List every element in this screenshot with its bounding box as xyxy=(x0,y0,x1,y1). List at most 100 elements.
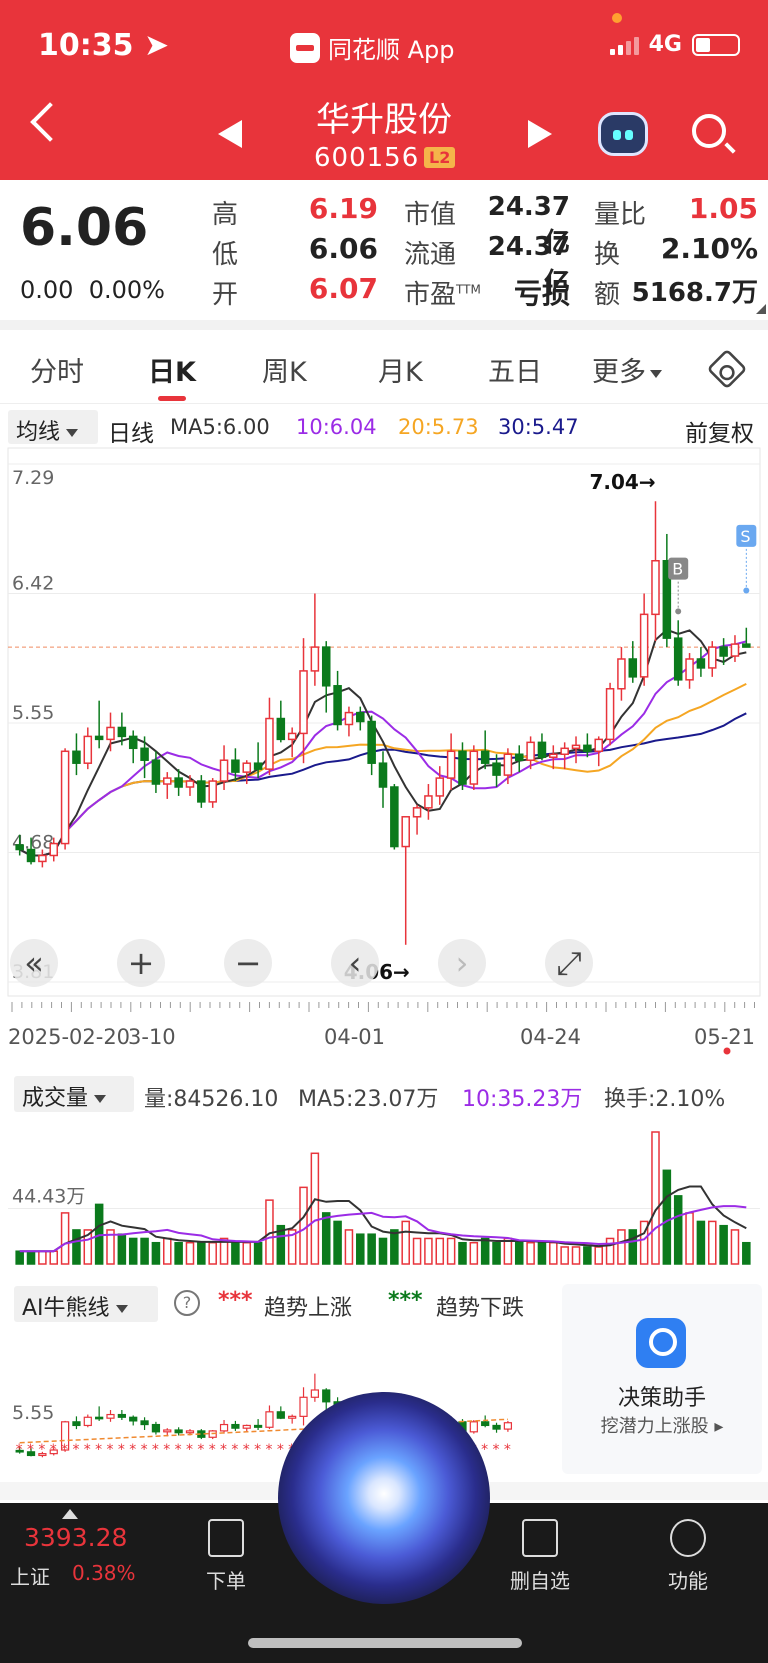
kline-chart[interactable]: 7.296.425.554.683.817.04→4.06→BS«+−‹›⤢20… xyxy=(0,446,768,1076)
expand-corner-icon[interactable] xyxy=(756,304,766,314)
candle-body xyxy=(344,711,354,726)
tab-daily-k[interactable]: 日K xyxy=(148,350,196,389)
volume-bar xyxy=(435,1237,445,1265)
amount-value: 5168.7万 xyxy=(631,278,758,308)
volume-bar xyxy=(253,1241,263,1265)
volume-bar xyxy=(707,1220,717,1265)
volume-chart[interactable]: 44.43万 xyxy=(0,1112,768,1272)
candle-body xyxy=(151,759,161,785)
candle-body xyxy=(185,780,195,788)
order-button[interactable]: 下单 xyxy=(194,1513,258,1594)
trend-up-star: * xyxy=(38,1442,45,1458)
home-indicator[interactable] xyxy=(248,1638,522,1648)
siri-orb[interactable] xyxy=(278,1392,490,1604)
turnover-label: 换 xyxy=(594,240,621,270)
candle-body xyxy=(321,646,331,687)
volume-bar xyxy=(492,1241,501,1265)
candle-body xyxy=(458,750,467,785)
remove-watchlist-button[interactable]: 删自选 xyxy=(500,1513,580,1594)
ma-select-dropdown[interactable]: 均线 xyxy=(8,410,98,445)
candle-body xyxy=(163,777,172,785)
volume-select-dropdown[interactable]: 成交量 xyxy=(14,1076,134,1112)
ai-candle-body xyxy=(299,1396,308,1417)
volume-bar xyxy=(197,1241,206,1265)
functions-button[interactable]: 功能 xyxy=(656,1513,720,1594)
ai-candle-body xyxy=(140,1420,149,1426)
volume-bar xyxy=(401,1220,410,1265)
ai-candle-body xyxy=(288,1415,297,1419)
candle-body xyxy=(94,735,104,741)
volume-bar xyxy=(651,1131,660,1265)
volume-bar xyxy=(174,1241,183,1265)
trend-up-star: * xyxy=(186,1442,193,1458)
adjust-mode[interactable]: 前复权 xyxy=(685,414,754,448)
volume-bar xyxy=(321,1212,331,1265)
stock-name: 华升股份 xyxy=(316,100,452,140)
tab-more[interactable]: 更多 xyxy=(592,350,662,389)
tab-intraday[interactable]: 分时 xyxy=(30,350,84,389)
ai-candle-body xyxy=(265,1411,274,1428)
sell-marker-dot xyxy=(743,587,750,594)
ai-candle-body xyxy=(151,1423,161,1433)
candle-body xyxy=(26,848,36,863)
candle-body xyxy=(117,726,127,738)
decision-assistant-card[interactable]: 决策助手 挖潜力上涨股 ▸ xyxy=(562,1284,762,1474)
quote-panel: 6.06 0.00 0.00% 高 6.19 低 6.06 开 6.07 市值 … xyxy=(0,180,768,320)
volume-bar xyxy=(72,1229,81,1265)
index-value[interactable]: 3393.28 xyxy=(24,1523,127,1552)
robot-assistant-icon[interactable] xyxy=(598,112,648,156)
ai-select-dropdown[interactable]: AI牛熊线 xyxy=(14,1286,158,1322)
open-label: 开 xyxy=(212,280,239,310)
ai-candle-body xyxy=(253,1424,263,1428)
tab-five-day[interactable]: 五日 xyxy=(488,350,542,389)
tab-weekly-k[interactable]: 周K xyxy=(262,350,307,389)
volume-bar xyxy=(605,1237,615,1265)
candle-body xyxy=(526,741,535,761)
app-header: 10:35 ➤ 同花顺 App 4G 华升股份 600156 L2 xyxy=(0,0,768,180)
ma10-line xyxy=(19,640,747,857)
candle-body xyxy=(571,744,581,750)
search-icon[interactable] xyxy=(692,114,726,148)
candle-body xyxy=(15,844,24,851)
ai-candle-body xyxy=(322,1389,331,1403)
volume-bar xyxy=(696,1220,706,1265)
change-pct: 0.00% xyxy=(88,276,165,304)
candle-body xyxy=(742,643,751,648)
help-icon[interactable]: ? xyxy=(174,1290,200,1316)
today-dot xyxy=(723,1047,731,1055)
trend-down-label: 趋势下跌 xyxy=(436,1296,525,1321)
volume-bar xyxy=(310,1152,320,1265)
volume-bar xyxy=(185,1241,195,1265)
trend-up-star: * xyxy=(243,1442,250,1458)
index-up-icon xyxy=(62,1509,78,1519)
zoom-in-icon: + xyxy=(128,944,155,982)
tab-monthly-k[interactable]: 月K xyxy=(378,350,423,389)
ai-candle-body xyxy=(185,1430,195,1434)
period-label: 日线 xyxy=(108,421,154,447)
x-tick-label: 05-21 xyxy=(694,1025,755,1049)
volume-bar xyxy=(673,1195,683,1265)
candle-body xyxy=(299,670,308,735)
l2-badge[interactable]: L2 xyxy=(424,147,456,168)
volume-bar xyxy=(742,1241,751,1265)
candle-body xyxy=(514,753,524,761)
candle-body xyxy=(49,842,59,857)
volume-bar xyxy=(38,1250,47,1265)
chevron-down-icon xyxy=(66,429,79,437)
candle-body xyxy=(651,560,660,616)
next-stock-icon[interactable] xyxy=(528,120,552,148)
ai-candle-body xyxy=(106,1413,115,1419)
status-app-label: 同花顺 App xyxy=(290,30,455,65)
high-label: 高 xyxy=(212,200,239,230)
candle-body xyxy=(72,750,81,764)
candle-body xyxy=(560,747,569,756)
candle-body xyxy=(480,750,490,764)
trend-up-star: * xyxy=(141,1442,148,1458)
volume-bar xyxy=(367,1233,376,1265)
volume-bar xyxy=(15,1250,24,1265)
sell-marker-label: S xyxy=(740,527,750,546)
x-tick-label: 3-10 xyxy=(128,1025,176,1049)
y-tick-label: 5.55 xyxy=(12,702,54,724)
app-logo-icon xyxy=(290,32,320,63)
mcap-label: 市值 xyxy=(404,200,457,230)
